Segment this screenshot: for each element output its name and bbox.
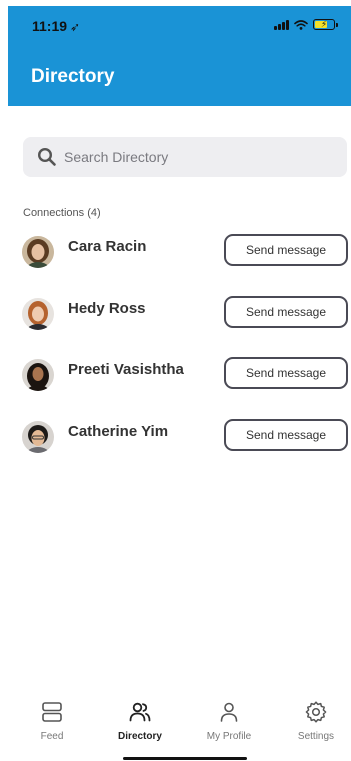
status-bar: 11:19 ➶ ⚡ [8,6,351,46]
contact-row: Hedy Ross Send message [22,296,348,332]
contact-name: Catherine Yim [68,423,169,440]
gear-icon [305,701,327,723]
search-icon [37,147,56,166]
home-indicator [123,757,247,760]
contact-name: Hedy Ross [68,300,146,317]
cellular-signal-icon [274,19,289,30]
contact-name: Cara Racin [68,238,147,255]
status-icons: ⚡ [274,19,338,30]
contact-name: Preeti Vasishtha [68,361,184,378]
search-bar[interactable] [23,137,347,177]
location-icon: ➶ [70,20,81,34]
avatar [22,298,54,330]
search-input[interactable] [64,149,304,165]
battery-charging-icon: ⚡ [313,19,338,30]
wifi-icon [294,19,308,30]
people-icon [129,702,151,722]
avatar [22,236,54,268]
avatar [22,359,54,391]
app-header: 11:19 ➶ ⚡ Directory [8,6,351,106]
status-time: 11:19 ➶ [32,18,80,34]
connections-label: Connections (4) [23,207,101,219]
page-title: Directory [31,66,115,87]
tab-bar: Feed Directory My Profile Settings [0,700,351,750]
tab-feed[interactable]: Feed [12,700,92,742]
tab-my-profile-label: My Profile [206,731,252,742]
avatar [22,421,54,453]
contact-row: Preeti Vasishtha Send message [22,357,348,393]
person-icon [220,702,238,722]
tab-settings-label: Settings [297,731,335,742]
tab-directory[interactable]: Directory [100,700,180,742]
send-message-button[interactable]: Send message [224,234,348,266]
tab-my-profile[interactable]: My Profile [189,700,269,742]
feed-icon [42,702,62,722]
tab-settings[interactable]: Settings [276,700,351,742]
contact-row: Catherine Yim Send message [22,419,348,455]
tab-directory-label: Directory [118,731,162,742]
send-message-button[interactable]: Send message [224,419,348,451]
status-time-text: 11:19 [32,18,68,34]
tab-feed-label: Feed [40,731,64,742]
send-message-button[interactable]: Send message [224,357,348,389]
send-message-button[interactable]: Send message [224,296,348,328]
contact-row: Cara Racin Send message [22,234,348,270]
